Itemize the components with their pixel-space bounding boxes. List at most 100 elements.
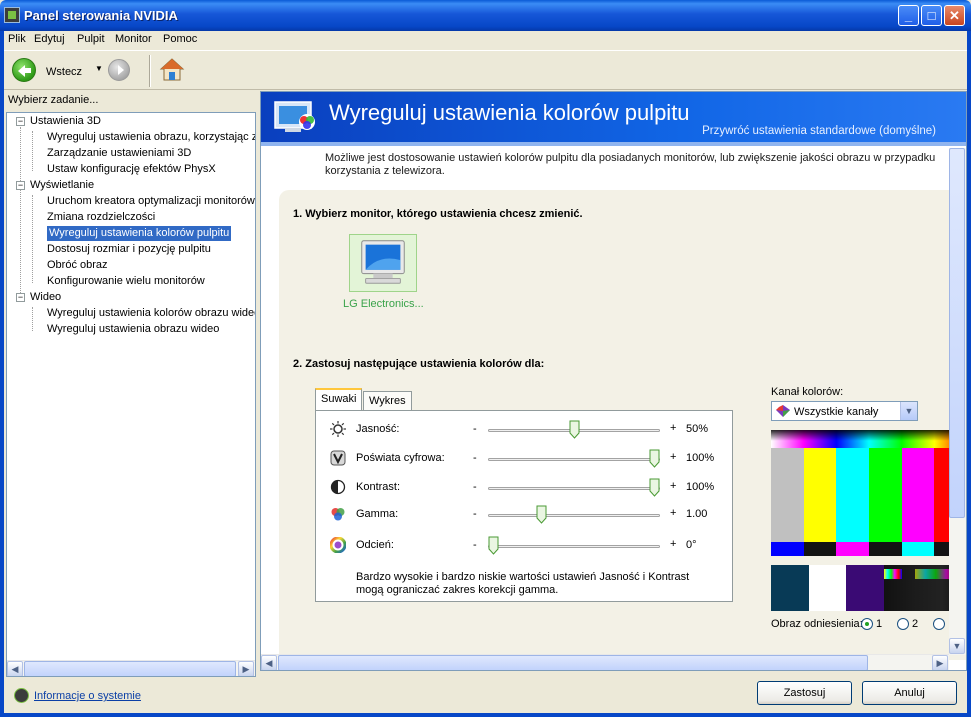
scroll-thumb-vertical[interactable]: [949, 148, 965, 518]
menu-desktop[interactable]: Pulpit: [77, 33, 105, 45]
brightness-label: Jasność:: [356, 423, 400, 435]
contrast-label: Kontrast:: [356, 481, 401, 493]
page-title: Wyreguluj ustawienia kolorów pulpitu: [329, 100, 690, 125]
gamma-value: 1.00: [686, 508, 708, 520]
back-button-label[interactable]: Wstecz: [46, 66, 82, 78]
hue-track[interactable]: [488, 545, 660, 548]
reference-radio-2[interactable]: [897, 618, 909, 630]
tree-item-3d-image[interactable]: Wyreguluj ustawienia obrazu, korzystając…: [47, 131, 255, 143]
gamma-minus: -: [473, 508, 477, 520]
color-channel-select[interactable]: Wszystkie kanały ▼: [771, 401, 918, 421]
page-description: Możliwe jest dostosowanie ustawień kolor…: [325, 152, 936, 177]
tree-item-desktop-color[interactable]: Wyreguluj ustawienia kolorów pulpitu: [47, 226, 232, 241]
tree-category-3d[interactable]: Ustawienia 3D: [30, 115, 101, 127]
reference-radio-1[interactable]: [861, 618, 873, 630]
digital-vibrance-thumb[interactable]: [649, 449, 660, 468]
nvidia-app-icon: [4, 7, 20, 23]
cancel-button[interactable]: Anuluj: [862, 681, 957, 705]
reference-image-label: Obraz odniesienia:: [771, 618, 863, 630]
contrast-thumb[interactable]: [649, 478, 660, 497]
restore-defaults-link[interactable]: Przywróć ustawienia standardowe (domyśln…: [702, 125, 936, 137]
brightness-minus: -: [473, 423, 477, 435]
tab-chart[interactable]: Wykres: [363, 391, 412, 411]
digital-vibrance-minus: -: [473, 452, 477, 464]
contrast-plus: +: [670, 480, 677, 492]
chevron-down-icon[interactable]: ▼: [900, 402, 917, 420]
tree-category-video[interactable]: Wideo: [30, 291, 61, 303]
scroll-down-icon[interactable]: ▼: [949, 638, 965, 654]
back-dropdown-icon[interactable]: ▼: [95, 64, 103, 73]
apply-button[interactable]: Zastosuj: [757, 681, 852, 705]
gamma-icon: [331, 508, 345, 521]
collapse-icon[interactable]: −: [16, 181, 25, 190]
sliders-panel: Jasność: - + 50% Poświata cyfrowa: - + 1…: [315, 410, 733, 602]
home-icon[interactable]: [159, 57, 185, 83]
system-info-icon: [14, 688, 29, 703]
scroll-right-icon[interactable]: ▶: [238, 661, 254, 676]
tree-item-multi-monitor[interactable]: Konfigurowanie wielu monitorów: [47, 275, 205, 287]
tree-item-video-image[interactable]: Wyreguluj ustawienia obrazu wideo: [47, 323, 219, 335]
gamma-label: Gamma:: [356, 508, 399, 520]
step1-heading: 1. Wybierz monitor, którego ustawienia c…: [293, 208, 583, 220]
contrast-track[interactable]: [488, 487, 660, 490]
brightness-plus: +: [670, 422, 677, 434]
color-bar-magenta: [901, 448, 935, 551]
close-button[interactable]: ✕: [944, 5, 965, 26]
tree-item-video-color[interactable]: Wyreguluj ustawienia kolorów obrazu wide…: [47, 307, 255, 319]
monitor-name[interactable]: LG Electronics...: [343, 298, 424, 310]
contrast-icon: [330, 479, 346, 495]
tree-item-3d-manage[interactable]: Zarządzanie ustawieniami 3D: [47, 147, 191, 159]
menu-help[interactable]: Pomoc: [163, 33, 197, 45]
tree-item-resolution[interactable]: Zmiana rozdzielczości: [47, 211, 155, 223]
back-arrow-icon[interactable]: [12, 58, 36, 82]
window-frame-left: [0, 31, 4, 717]
tree-item-desktop-size[interactable]: Dostosuj rozmiar i pozycję pulpitu: [47, 243, 211, 255]
tree-item-optimize[interactable]: Uruchom kreatora optymalizacji monitorów: [47, 195, 255, 207]
contrast-value: 100%: [686, 481, 715, 493]
scroll-thumb[interactable]: [24, 661, 236, 676]
menu-file[interactable]: Plik: [8, 33, 26, 45]
menu-edit[interactable]: Edytuj: [34, 33, 65, 45]
digital-vibrance-slider-row: Poświata cyfrowa: - + 100%: [330, 448, 730, 470]
tree-connector: [32, 195, 33, 283]
menu-bar: Plik Edytuj Pulpit Monitor Pomoc: [4, 31, 967, 50]
gamma-plus: +: [670, 507, 677, 519]
gamma-thumb[interactable]: [536, 505, 547, 524]
collapse-icon[interactable]: −: [16, 117, 25, 126]
digital-vibrance-label: Poświata cyfrowa:: [356, 452, 445, 464]
task-header: Wybierz zadanie...: [8, 94, 99, 106]
tree-item-physx[interactable]: Ustaw konfigurację efektów PhysX: [47, 163, 216, 175]
system-info-link[interactable]: Informacje o systemie: [34, 690, 141, 702]
scroll-left-icon[interactable]: ◀: [7, 661, 23, 676]
step2-heading: 2. Zastosuj następujące ustawienia kolor…: [293, 358, 545, 370]
tree-category-display[interactable]: Wyświetlanie: [30, 179, 94, 191]
tree-horizontal-scrollbar[interactable]: ◀ ▶: [7, 660, 255, 676]
scroll-thumb[interactable]: [278, 655, 868, 670]
menu-monitor[interactable]: Monitor: [115, 33, 152, 45]
digital-vibrance-track[interactable]: [488, 458, 660, 461]
desktop-color-icon: [274, 101, 315, 132]
scroll-left-icon[interactable]: ◀: [261, 655, 277, 670]
forward-arrow-icon[interactable]: [108, 59, 130, 81]
main-vertical-scrollbar[interactable]: ▼: [949, 148, 966, 655]
toolbar: Wstecz ▼: [4, 50, 967, 90]
tab-sliders[interactable]: Suwaki: [315, 388, 363, 410]
window-frame-right: [967, 31, 971, 717]
color-bars-preview: [771, 448, 966, 551]
monitor-icon: [361, 240, 405, 284]
color-channel-label: Kanał kolorów:: [771, 386, 844, 398]
window-title: Panel sterowania NVIDIA: [24, 8, 178, 23]
main-horizontal-scrollbar[interactable]: ◀ ▶: [261, 654, 949, 670]
brightness-thumb[interactable]: [569, 420, 580, 439]
maximize-button[interactable]: □: [921, 5, 942, 26]
monitor-tile[interactable]: [349, 234, 417, 292]
minimize-button[interactable]: _: [898, 5, 919, 26]
color-bars-lower: [771, 542, 966, 556]
scroll-right-icon[interactable]: ▶: [932, 655, 948, 670]
gamma-track[interactable]: [488, 514, 660, 517]
hue-thumb[interactable]: [488, 536, 499, 555]
collapse-icon[interactable]: −: [16, 293, 25, 302]
reference-radio-3[interactable]: [933, 618, 945, 630]
color-bar-green: [869, 448, 902, 551]
tree-item-rotate[interactable]: Obróć obraz: [47, 259, 108, 271]
